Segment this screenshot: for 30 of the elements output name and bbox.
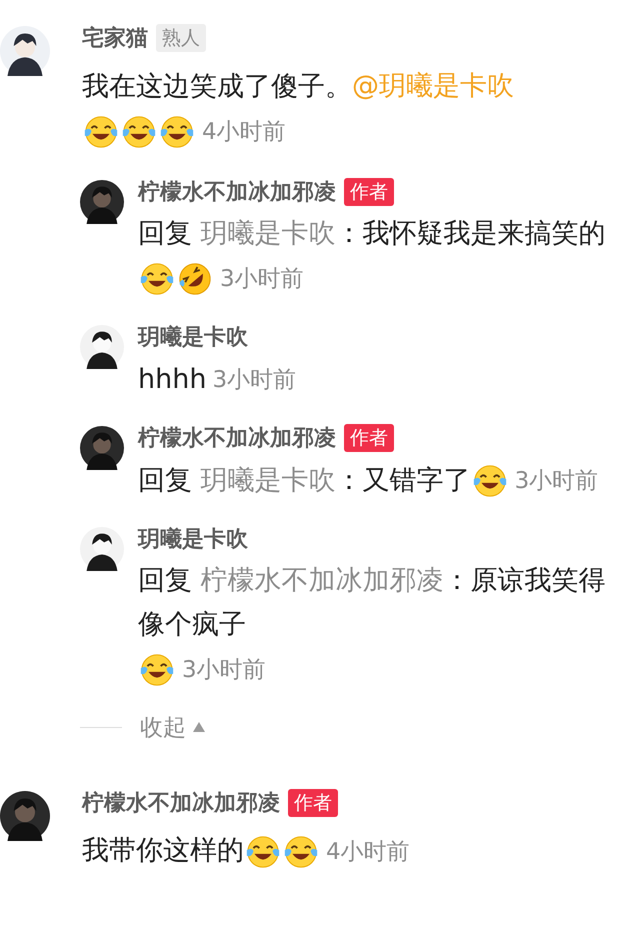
- comment-text: hhhh: [138, 362, 206, 397]
- comment-text: 回复 玥曦是卡吹：又错字了: [138, 464, 471, 498]
- comment-text: 回复 柠檬水不加冰加邪凌：原谅我笑得像个疯子: [138, 564, 607, 642]
- comment-text: 回复 玥曦是卡吹：我怀疑我是来搞笑的: [138, 217, 606, 252]
- comment-text: 我带你这样的: [82, 834, 244, 868]
- username[interactable]: 玥曦是卡吹: [138, 524, 248, 554]
- username[interactable]: 柠檬水不加冰加邪凌: [138, 176, 336, 207]
- user-badge: 作者: [344, 424, 394, 452]
- avatar[interactable]: [0, 26, 50, 76]
- user-badge: 作者: [288, 788, 338, 817]
- username[interactable]: 柠檬水不加冰加邪凌: [82, 788, 280, 818]
- user-badge: 作者: [344, 178, 394, 206]
- collapse-button[interactable]: 收起: [140, 712, 206, 743]
- timestamp: 3小时前: [514, 468, 598, 494]
- avatar[interactable]: [80, 526, 124, 571]
- avatar[interactable]: [80, 325, 124, 370]
- caret-icon: [192, 721, 206, 734]
- comment-text: 我在这边笑成了傻子。: [82, 70, 352, 104]
- avatar[interactable]: [80, 426, 124, 470]
- user-badge: 熟人: [156, 24, 206, 52]
- avatar[interactable]: [0, 790, 50, 841]
- username[interactable]: 玥曦是卡吹: [138, 322, 248, 352]
- timestamp: 3小时前: [220, 266, 304, 292]
- avatar[interactable]: [80, 180, 124, 224]
- timestamp: 3小时前: [212, 366, 296, 393]
- timestamp: 4小时前: [202, 118, 286, 145]
- timestamp: 4小时前: [326, 838, 410, 865]
- username[interactable]: 柠檬水不加冰加邪凌: [138, 422, 336, 453]
- timestamp: 3小时前: [182, 656, 266, 683]
- username[interactable]: 宅家猫: [82, 23, 148, 53]
